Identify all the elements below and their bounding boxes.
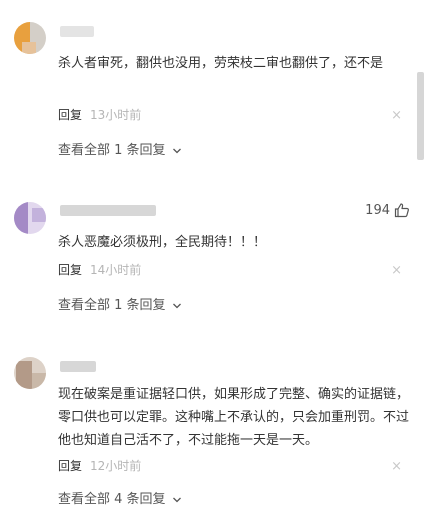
timestamp: 12小时前 [90,459,142,473]
avatar[interactable] [14,357,46,389]
username[interactable] [60,361,96,372]
scrollbar[interactable] [417,72,424,160]
reply-button[interactable]: 回复 [58,459,82,473]
view-all-replies-button[interactable]: 查看全部 4 条回复 [58,491,182,509]
comment-3: 现在破案是重证据轻口供，如果形成了完整、确实的证据链，零口供也可以定罪。这种嘴上… [0,0,424,521]
chevron-down-icon [172,497,181,502]
close-icon[interactable]: × [391,459,402,475]
comment-meta: 回复 12小时前 [58,458,141,474]
view-all-replies-label: 查看全部 4 条回复 [58,492,166,507]
comment-text: 现在破案是重证据轻口供，如果形成了完整、确实的证据链，零口供也可以定罪。这种嘴上… [58,387,410,448]
